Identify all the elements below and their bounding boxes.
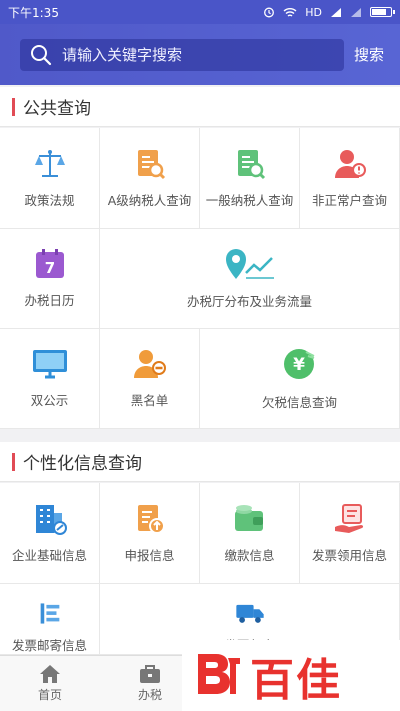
grid-item-label: 申报信息	[124, 547, 175, 563]
document-search-icon	[137, 149, 165, 179]
battery-icon	[370, 7, 395, 17]
wallet-icon	[234, 504, 263, 531]
document-upload-icon	[137, 504, 165, 534]
grid-item-tax-calendar[interactable]: 7 办税日历	[0, 229, 100, 329]
grid-item-label: A级纳税人查询	[107, 192, 192, 208]
section-accent-bar	[12, 452, 15, 471]
person-blocked-icon	[133, 350, 166, 378]
home-icon	[40, 665, 60, 683]
grid-item-blacklist[interactable]: 黑名单	[100, 329, 200, 429]
grid-item-payment-info[interactable]: 缴款信息	[200, 483, 300, 584]
calendar-day: 7	[44, 259, 54, 277]
section-title-text: 公共查询	[23, 99, 91, 119]
section-title-personalized: 个性化信息查询	[0, 442, 400, 482]
status-time: 下午1:35	[8, 5, 59, 20]
grid-item-label: 黑名单	[130, 393, 169, 408]
wifi-icon	[283, 7, 297, 17]
watermark-text: 百佳	[250, 654, 342, 706]
grid-item-label: 企业基础信息	[11, 547, 87, 563]
section-title-public: 公共查询	[0, 87, 400, 127]
signal-icon	[331, 7, 341, 17]
alarm-icon	[264, 7, 275, 18]
section-accent-bar	[12, 97, 15, 116]
grid-item-hall-distribution[interactable]: 办税厅分布及业务流量	[100, 229, 400, 329]
grid-item-label: 一般纳税人查询	[205, 192, 294, 208]
grid-item-label: 发票领用信息	[311, 547, 387, 563]
grid-item-general-taxpayer[interactable]: 一般纳税人查询	[200, 128, 300, 229]
grid-item-declaration-info[interactable]: 申报信息	[100, 483, 200, 584]
briefcase-icon	[140, 665, 160, 683]
public-query-grid: 政策法规 A级纳税人查询 一般纳税人查询 非正常户查询 7 办税日历 办税厅分布…	[0, 128, 400, 429]
grid-item-invoice-issue[interactable]: 发票领用信息	[300, 483, 400, 584]
grid-item-label: 政策法规	[24, 192, 75, 208]
signal-icon	[351, 7, 361, 17]
tab-label: 办税	[137, 688, 162, 702]
grid-item-policy[interactable]: 政策法规	[0, 128, 100, 229]
section-title-text: 个性化信息查询	[23, 454, 142, 474]
building-icon	[35, 504, 67, 535]
hand-invoice-icon	[334, 503, 363, 533]
search-box[interactable]	[20, 38, 344, 71]
status-bar: 下午1:35 HD	[0, 0, 400, 24]
status-icons: HD	[263, 5, 395, 19]
search-icon	[31, 44, 52, 65]
personalized-query-grid: 企业基础信息 申报信息 缴款信息 发票领用信息 发票邮寄信息	[0, 483, 400, 655]
grid-item-label: 办税厅分布及业务流量	[186, 294, 312, 309]
grid-item-tax-arrears[interactable]: ¥ 欠税信息查询	[200, 329, 400, 429]
truck-icon	[235, 604, 264, 623]
grid-item-dual-publicity[interactable]: 双公示	[0, 329, 100, 429]
grid-item-label: 办税日历	[24, 293, 75, 308]
list-icon	[40, 603, 59, 624]
yen-symbol: ¥	[293, 355, 305, 375]
grid-item-label: 缴款信息	[224, 547, 275, 563]
grid-item-abnormal-household[interactable]: 非正常户查询	[300, 128, 400, 229]
grid-item-a-level-taxpayer[interactable]: A级纳税人查询	[100, 128, 200, 229]
header: 搜索	[0, 24, 400, 85]
grid-item-label: 发票邮寄信息	[11, 638, 87, 653]
yen-coin-icon: ¥	[283, 349, 314, 379]
scales-icon	[34, 149, 65, 177]
map-pin-chart-icon	[225, 249, 274, 279]
section-divider	[0, 429, 400, 441]
search-button[interactable]: 搜索	[354, 44, 384, 65]
grid-item-label: 双公示	[30, 393, 69, 408]
document-search-icon	[237, 149, 265, 179]
grid-item-invoice-mail-info[interactable]: 发票邮寄信息	[0, 584, 100, 655]
watermark-logo: 百佳	[182, 640, 400, 711]
tab-label: 首页	[37, 688, 62, 702]
monitor-icon	[32, 350, 67, 379]
network-type: HD	[305, 5, 322, 19]
calendar-icon: 7	[35, 249, 64, 278]
grid-item-label: 非正常户查询	[311, 192, 387, 208]
grid-item-enterprise-info[interactable]: 企业基础信息	[0, 483, 100, 584]
tab-home[interactable]: 首页	[0, 656, 100, 711]
person-alert-icon	[334, 149, 366, 178]
grid-item-label: 欠税信息查询	[261, 395, 337, 410]
watermark-mark-icon	[198, 653, 240, 694]
search-input[interactable]	[62, 45, 322, 64]
